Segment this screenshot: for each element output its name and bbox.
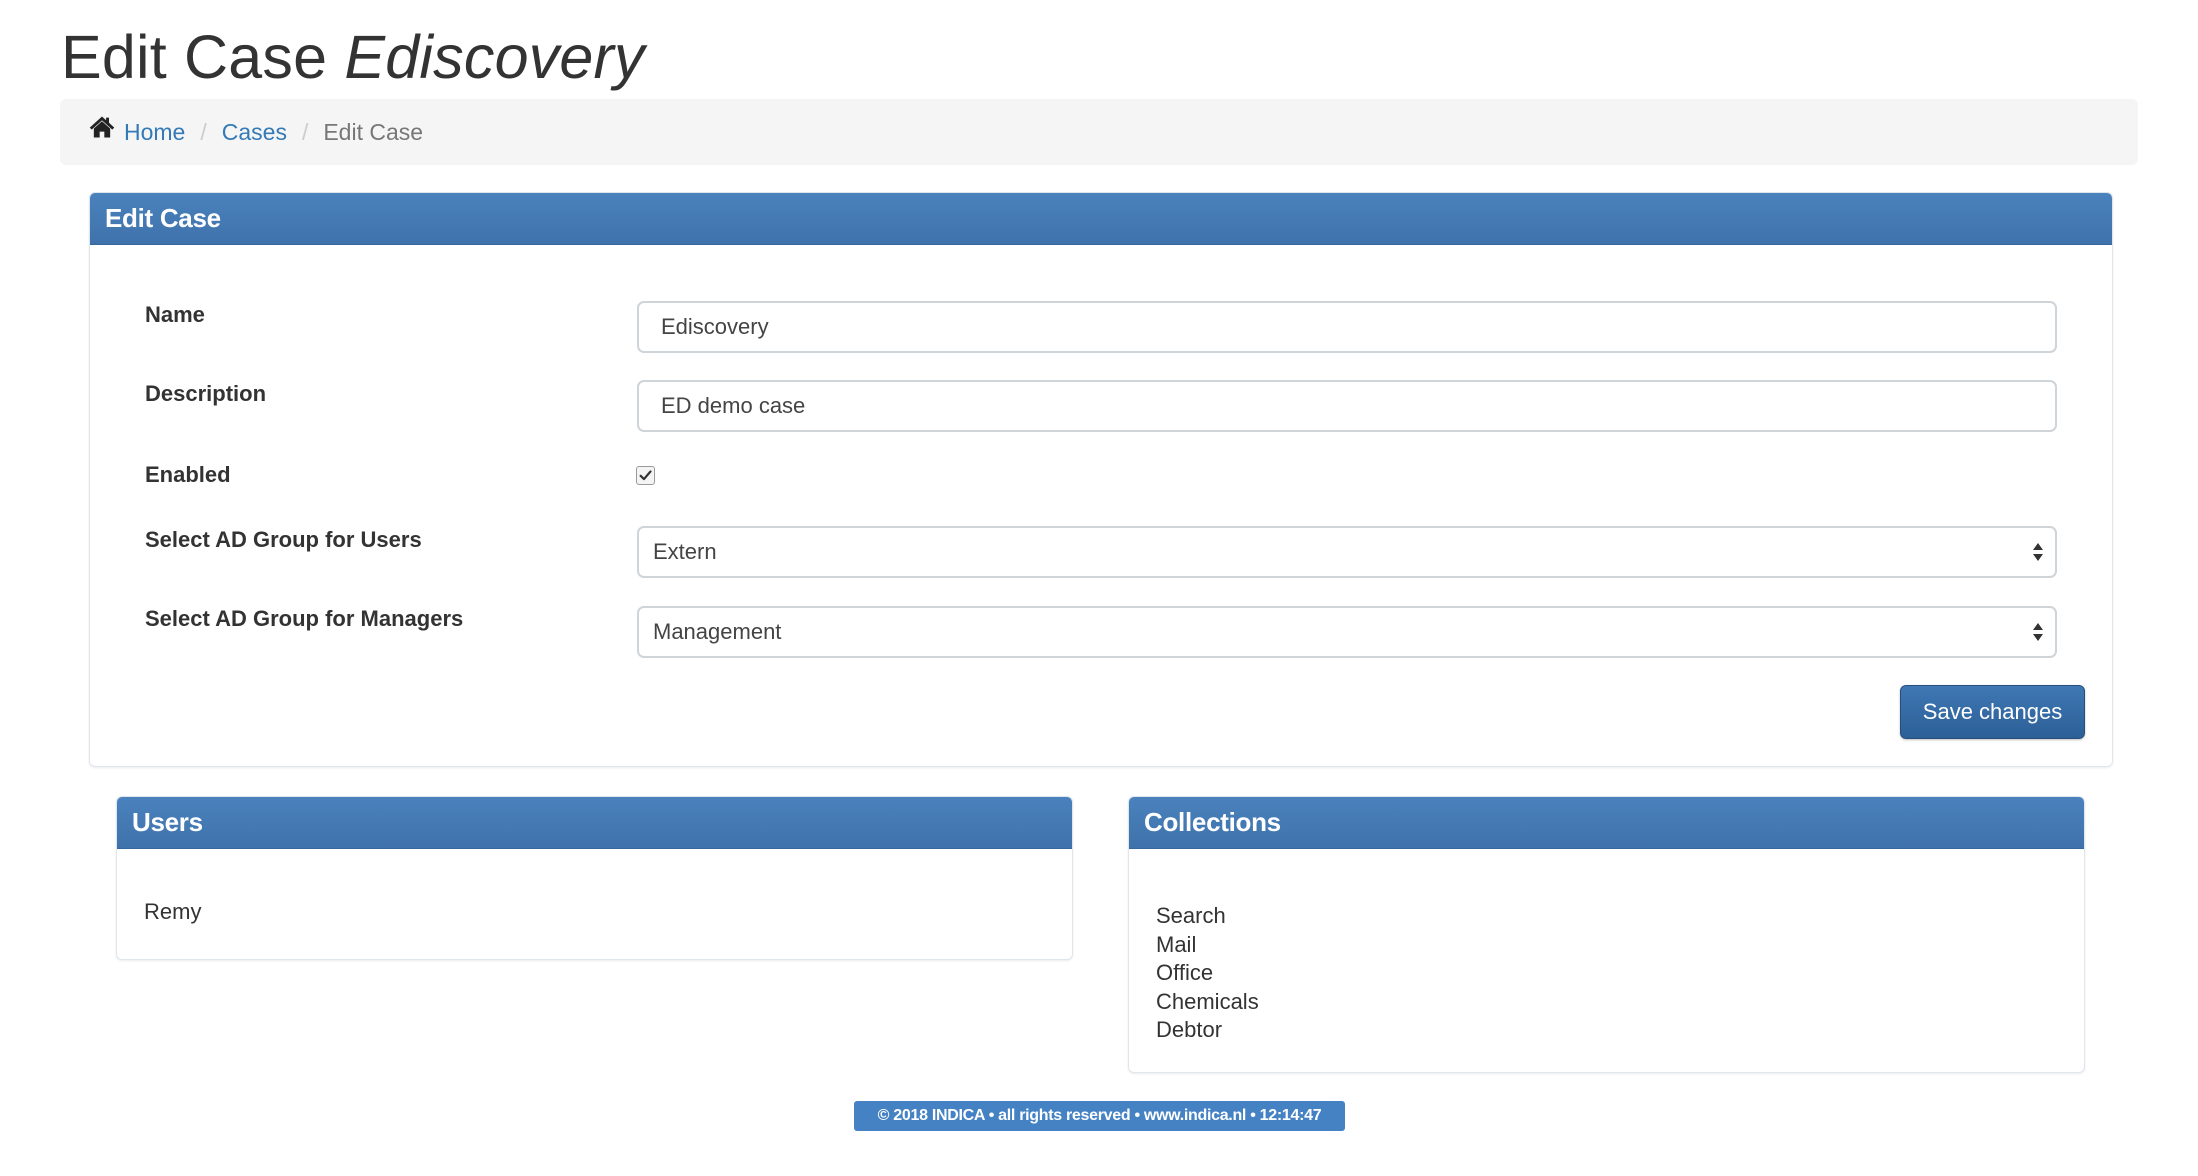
ad-group-users-label: Select AD Group for Users (145, 527, 422, 552)
collection-item: Chemicals (1156, 988, 1259, 1014)
page-title-prefix: Edit Case (61, 23, 328, 91)
breadcrumb: Home / Cases / Edit Case (60, 99, 2138, 165)
enabled-label: Enabled (145, 462, 231, 487)
name-input-value: Ediscovery (661, 314, 769, 339)
enabled-checkbox[interactable] (636, 466, 655, 485)
ad-group-users-select-value: Extern (653, 539, 717, 564)
description-input[interactable]: ED demo case (637, 380, 2057, 432)
collection-item: Debtor (1156, 1017, 1223, 1042)
collections-panel: Collections Search Mail Office Chemicals… (1128, 796, 2085, 1073)
ad-group-managers-select[interactable]: Management (637, 606, 2057, 658)
ad-group-managers-select-value: Management (653, 619, 782, 644)
breadcrumb-current: Edit Case (323, 118, 424, 145)
select-arrows-icon (2033, 543, 2043, 561)
breadcrumb-cases-link[interactable]: Cases (222, 119, 287, 146)
collections-list: Search Mail Office Chemicals Debtor (1129, 849, 2084, 1045)
description-label: Description (145, 381, 267, 406)
home-icon[interactable] (88, 113, 116, 141)
breadcrumb-separator: / (301, 118, 309, 145)
save-changes-button[interactable]: Save changes (1900, 685, 2085, 739)
ad-group-managers-label: Select AD Group for Managers (145, 606, 464, 631)
collection-item: Mail (1156, 931, 1197, 957)
collections-panel-heading: Collections (1129, 797, 2084, 849)
description-input-value: ED demo case (661, 393, 806, 418)
name-label: Name (145, 302, 205, 327)
select-arrows-icon (2033, 623, 2043, 641)
edit-case-panel-heading: Edit Case (90, 193, 2112, 245)
checkmark-icon (639, 470, 652, 481)
breadcrumb-separator: / (200, 118, 207, 145)
edit-case-panel: Edit Case Name Ediscovery Description ED… (89, 192, 2113, 767)
page-title-case-name: Ediscovery (344, 23, 645, 91)
footer-copyright: © 2018 INDICA • all rights reserved • ww… (854, 1101, 1345, 1131)
ad-group-users-select[interactable]: Extern (637, 526, 2057, 578)
collection-item: Office (1156, 960, 1214, 985)
breadcrumb-home-link[interactable]: Home (124, 119, 185, 146)
user-item: Remy (144, 899, 202, 924)
name-input[interactable]: Ediscovery (637, 301, 2057, 353)
users-panel-heading: Users (117, 797, 1072, 849)
page-title: Edit Case Ediscovery (61, 22, 645, 92)
users-list: Remy (117, 849, 1072, 927)
collection-item: Search (1156, 903, 1226, 928)
users-panel: Users Remy (116, 796, 1073, 960)
